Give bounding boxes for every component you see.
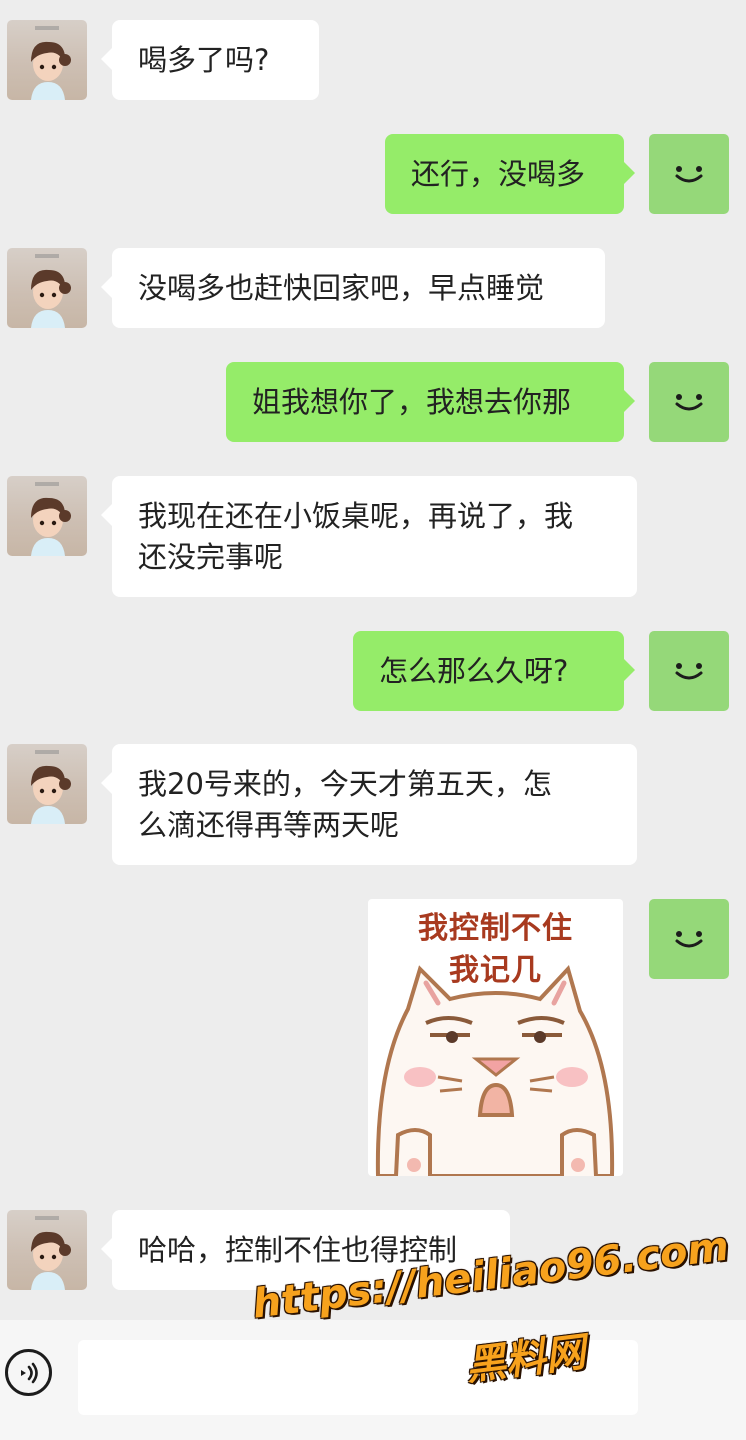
smiley-face-icon	[675, 166, 703, 183]
smiley-face-icon	[675, 663, 703, 680]
outgoing-message-bubble[interactable]: 还行，没喝多	[385, 134, 635, 214]
incoming-message-bubble[interactable]: 喝多了吗?	[101, 20, 319, 100]
chat-message-list[interactable]: 喝多了吗? 还行，没喝多 没喝多也赶快回家吧，早点睡觉 姐我想你了，我想去你那	[0, 0, 746, 1320]
contact-avatar[interactable]	[7, 248, 87, 328]
grumpy-cat-sticker-icon	[375, 965, 615, 1176]
girl-avatar-icon	[31, 26, 71, 100]
smiley-face-icon	[675, 931, 703, 948]
my-avatar[interactable]	[649, 362, 729, 442]
my-avatar[interactable]	[649, 134, 729, 214]
smiley-face-icon	[675, 394, 703, 411]
girl-avatar-icon	[31, 254, 71, 328]
my-avatar[interactable]	[649, 899, 729, 979]
contact-avatar[interactable]	[7, 476, 87, 556]
girl-avatar-icon	[31, 750, 71, 824]
my-avatar[interactable]	[649, 631, 729, 711]
contact-avatar[interactable]	[7, 1210, 87, 1290]
girl-avatar-icon	[31, 482, 71, 556]
contact-avatar[interactable]	[7, 744, 87, 824]
incoming-message-bubble[interactable]: 没喝多也赶快回家吧，早点睡觉	[101, 248, 605, 328]
girl-avatar-icon	[31, 1216, 71, 1290]
voice-input-button[interactable]	[5, 1349, 52, 1396]
incoming-message-bubble[interactable]: 我现在还在小饭桌呢，再说了，我 还没完事呢	[101, 476, 637, 597]
voice-icon	[20, 1362, 38, 1383]
outgoing-message-bubble[interactable]: 怎么那么久呀?	[353, 631, 635, 711]
incoming-message-bubble[interactable]: 我20号来的，今天才第五天，怎 么滴还得再等两天呢	[101, 744, 637, 865]
contact-avatar[interactable]	[7, 20, 87, 100]
sticker-message[interactable]: 我控制不住 我记几	[368, 899, 623, 1176]
outgoing-message-bubble[interactable]: 姐我想你了，我想去你那	[226, 362, 635, 442]
